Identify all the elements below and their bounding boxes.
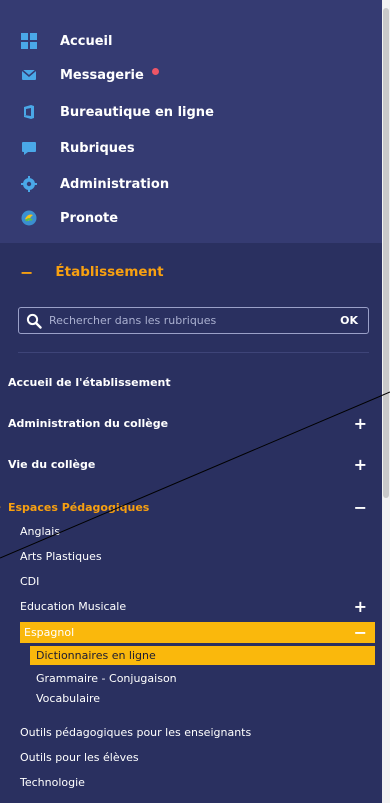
scrollbar-thumb[interactable] xyxy=(383,8,389,498)
sub-item-technologie[interactable]: Technologie xyxy=(0,772,382,793)
sub-item-outils-eleves[interactable]: Outils pour les élèves xyxy=(0,747,382,768)
sub-item-cdi[interactable]: CDI xyxy=(0,571,382,592)
child-item-label: Grammaire - Conjugaison xyxy=(36,672,177,685)
sub-item-arts-plastiques[interactable]: Arts Plastiques xyxy=(0,546,382,567)
nav-label: Espaces Pédagogiques xyxy=(8,500,150,514)
search-input[interactable] xyxy=(45,314,341,327)
menu-item-accueil[interactable]: Accueil xyxy=(20,27,112,55)
menu-item-label: Pronote xyxy=(60,210,119,226)
mail-icon xyxy=(20,66,38,84)
child-item-label: Dictionnaires en ligne xyxy=(36,649,156,662)
section-etablissement[interactable]: − Établissement xyxy=(20,258,164,286)
menu-item-pronote[interactable]: Pronote xyxy=(20,204,118,232)
menu-item-bureautique[interactable]: Bureautique en ligne xyxy=(20,98,214,126)
nav-espaces-pedagogiques[interactable]: › Espaces Pédagogiques − xyxy=(0,495,382,519)
search-ok-button[interactable]: OK xyxy=(340,314,358,327)
sub-item-education-musicale[interactable]: Education Musicale + xyxy=(0,596,382,617)
caret-right-icon: › xyxy=(0,502,1,513)
menu-item-administration[interactable]: Administration xyxy=(20,170,169,198)
menu-item-rubriques[interactable]: Rubriques xyxy=(20,134,135,162)
menu-item-messagerie[interactable]: Messagerie xyxy=(20,61,159,89)
menu-item-label: Messagerie xyxy=(60,67,144,83)
pronote-icon xyxy=(20,209,38,227)
notification-badge xyxy=(151,67,159,75)
menu-item-label: Accueil xyxy=(60,33,113,49)
expand-icon[interactable]: + xyxy=(354,597,367,616)
divider xyxy=(18,352,369,353)
expand-icon[interactable]: + xyxy=(354,455,367,474)
sub-item-espagnol-active[interactable]: Espagnol − xyxy=(20,622,375,643)
nav-administration-college[interactable]: Administration du collège + xyxy=(0,411,382,435)
child-item-dictionnaires-selected[interactable]: Dictionnaires en ligne xyxy=(30,646,375,665)
search-icon xyxy=(23,310,45,332)
sub-item-label: Outils pédagogiques pour les enseignants xyxy=(20,726,252,739)
scrollbar[interactable] xyxy=(382,0,390,803)
collapse-icon[interactable]: − xyxy=(354,498,367,517)
sub-item-label: Technologie xyxy=(20,776,85,789)
nav-label: Accueil de l'établissement xyxy=(8,375,171,389)
sub-item-anglais[interactable]: Anglais xyxy=(0,521,382,542)
gear-icon xyxy=(20,175,38,193)
sub-item-label: Espagnol xyxy=(24,626,75,639)
collapse-icon: − xyxy=(20,262,34,282)
menu-item-label: Administration xyxy=(60,176,170,192)
grid-icon xyxy=(20,32,38,50)
sub-item-label: Anglais xyxy=(20,525,61,538)
chat-icon xyxy=(20,139,38,157)
menu-item-label: Bureautique en ligne xyxy=(60,104,214,120)
sub-item-outils-enseignants[interactable]: Outils pédagogiques pour les enseignants xyxy=(0,722,382,743)
nav-vie-college[interactable]: Vie du collège + xyxy=(0,452,382,476)
child-item-grammaire[interactable]: Grammaire - Conjugaison xyxy=(0,669,382,688)
menu-item-label: Rubriques xyxy=(60,140,135,156)
sub-item-label: Arts Plastiques xyxy=(20,550,102,563)
nav-accueil-etablissement[interactable]: Accueil de l'établissement xyxy=(0,370,382,394)
expand-icon[interactable]: + xyxy=(354,414,367,433)
section-title: Établissement xyxy=(55,264,164,280)
search-box: OK xyxy=(18,307,369,334)
office-icon xyxy=(20,103,38,121)
sub-item-label: Education Musicale xyxy=(20,600,127,613)
main-menu: Accueil Messagerie Bureautique en ligne … xyxy=(0,0,382,243)
child-item-vocabulaire[interactable]: Vocabulaire xyxy=(0,689,382,708)
nav-label: Administration du collège xyxy=(8,416,169,430)
collapse-icon[interactable]: − xyxy=(354,623,367,642)
nav-label: Vie du collège xyxy=(8,457,96,471)
side-navigation-panel: Accueil Messagerie Bureautique en ligne … xyxy=(0,0,382,803)
child-item-label: Vocabulaire xyxy=(36,692,101,705)
sub-item-label: CDI xyxy=(20,575,40,588)
sub-item-label: Outils pour les élèves xyxy=(20,751,139,764)
